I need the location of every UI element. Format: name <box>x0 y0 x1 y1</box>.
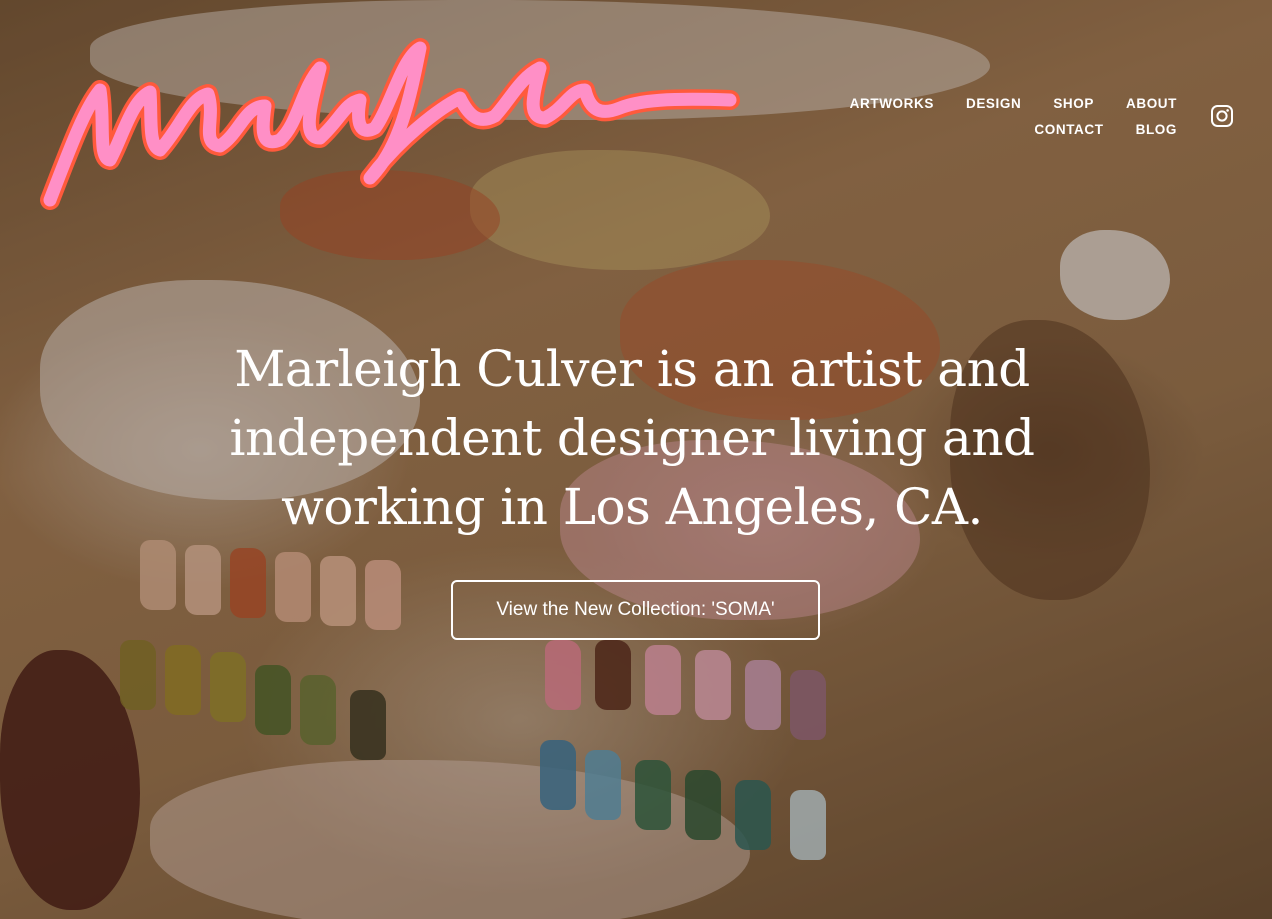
nav-blog[interactable]: BLOG <box>1136 120 1177 140</box>
site-logo[interactable] <box>40 28 740 218</box>
nav-about[interactable]: ABOUT <box>1126 94 1177 114</box>
nav-artworks[interactable]: ARTWORKS <box>850 94 934 114</box>
nav-contact[interactable]: CONTACT <box>1034 120 1103 140</box>
instagram-icon[interactable] <box>1210 104 1234 128</box>
view-collection-button[interactable]: View the New Collection: 'SOMA' <box>451 580 820 640</box>
nav-design[interactable]: DESIGN <box>966 94 1021 114</box>
hero-headline: Marleigh Culver is an artist and indepen… <box>229 340 1035 536</box>
nav-shop[interactable]: SHOP <box>1053 94 1094 114</box>
main-navigation: ARTWORKS DESIGN SHOP ABOUT CONTACT BLOG <box>817 94 1177 140</box>
